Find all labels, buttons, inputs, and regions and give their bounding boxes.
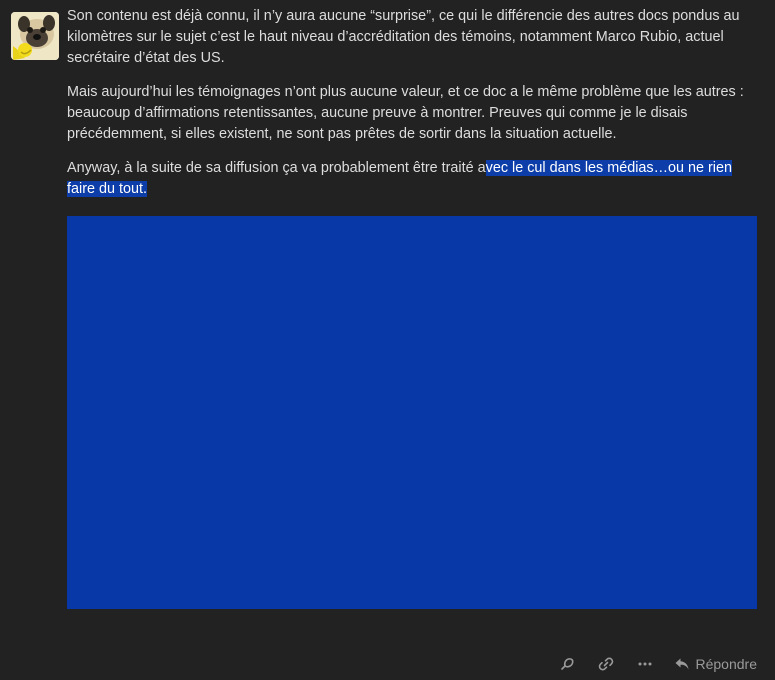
link-icon — [598, 657, 613, 671]
reply-icon — [675, 658, 688, 670]
post-actions: Répondre — [557, 652, 758, 676]
heart-icon — [560, 658, 574, 670]
post-paragraph-1: Son contenu est déjà connu, il n’y aura … — [67, 8, 740, 66]
reply-button[interactable]: Répondre — [674, 652, 758, 676]
post-paragraph-2: Mais aujourd’hui les témoignages n’ont p… — [67, 84, 744, 142]
more-icon — [638, 662, 651, 666]
pug-avatar-icon — [11, 12, 59, 60]
paragraph-3-text: Anyway, à la suite de sa diffusion ça va… — [67, 160, 486, 176]
copy-link-button[interactable] — [596, 652, 616, 676]
reply-label: Répondre — [695, 656, 758, 672]
like-button[interactable] — [557, 652, 577, 676]
post-content: Son contenu est déjà connu, il n’y aura … — [67, 6, 757, 213]
more-button[interactable] — [635, 652, 655, 676]
embedded-media-selected[interactable] — [67, 216, 757, 609]
user-avatar[interactable] — [11, 12, 59, 60]
post-paragraph-3: Anyway, à la suite de sa diffusion ça va… — [67, 158, 757, 200]
